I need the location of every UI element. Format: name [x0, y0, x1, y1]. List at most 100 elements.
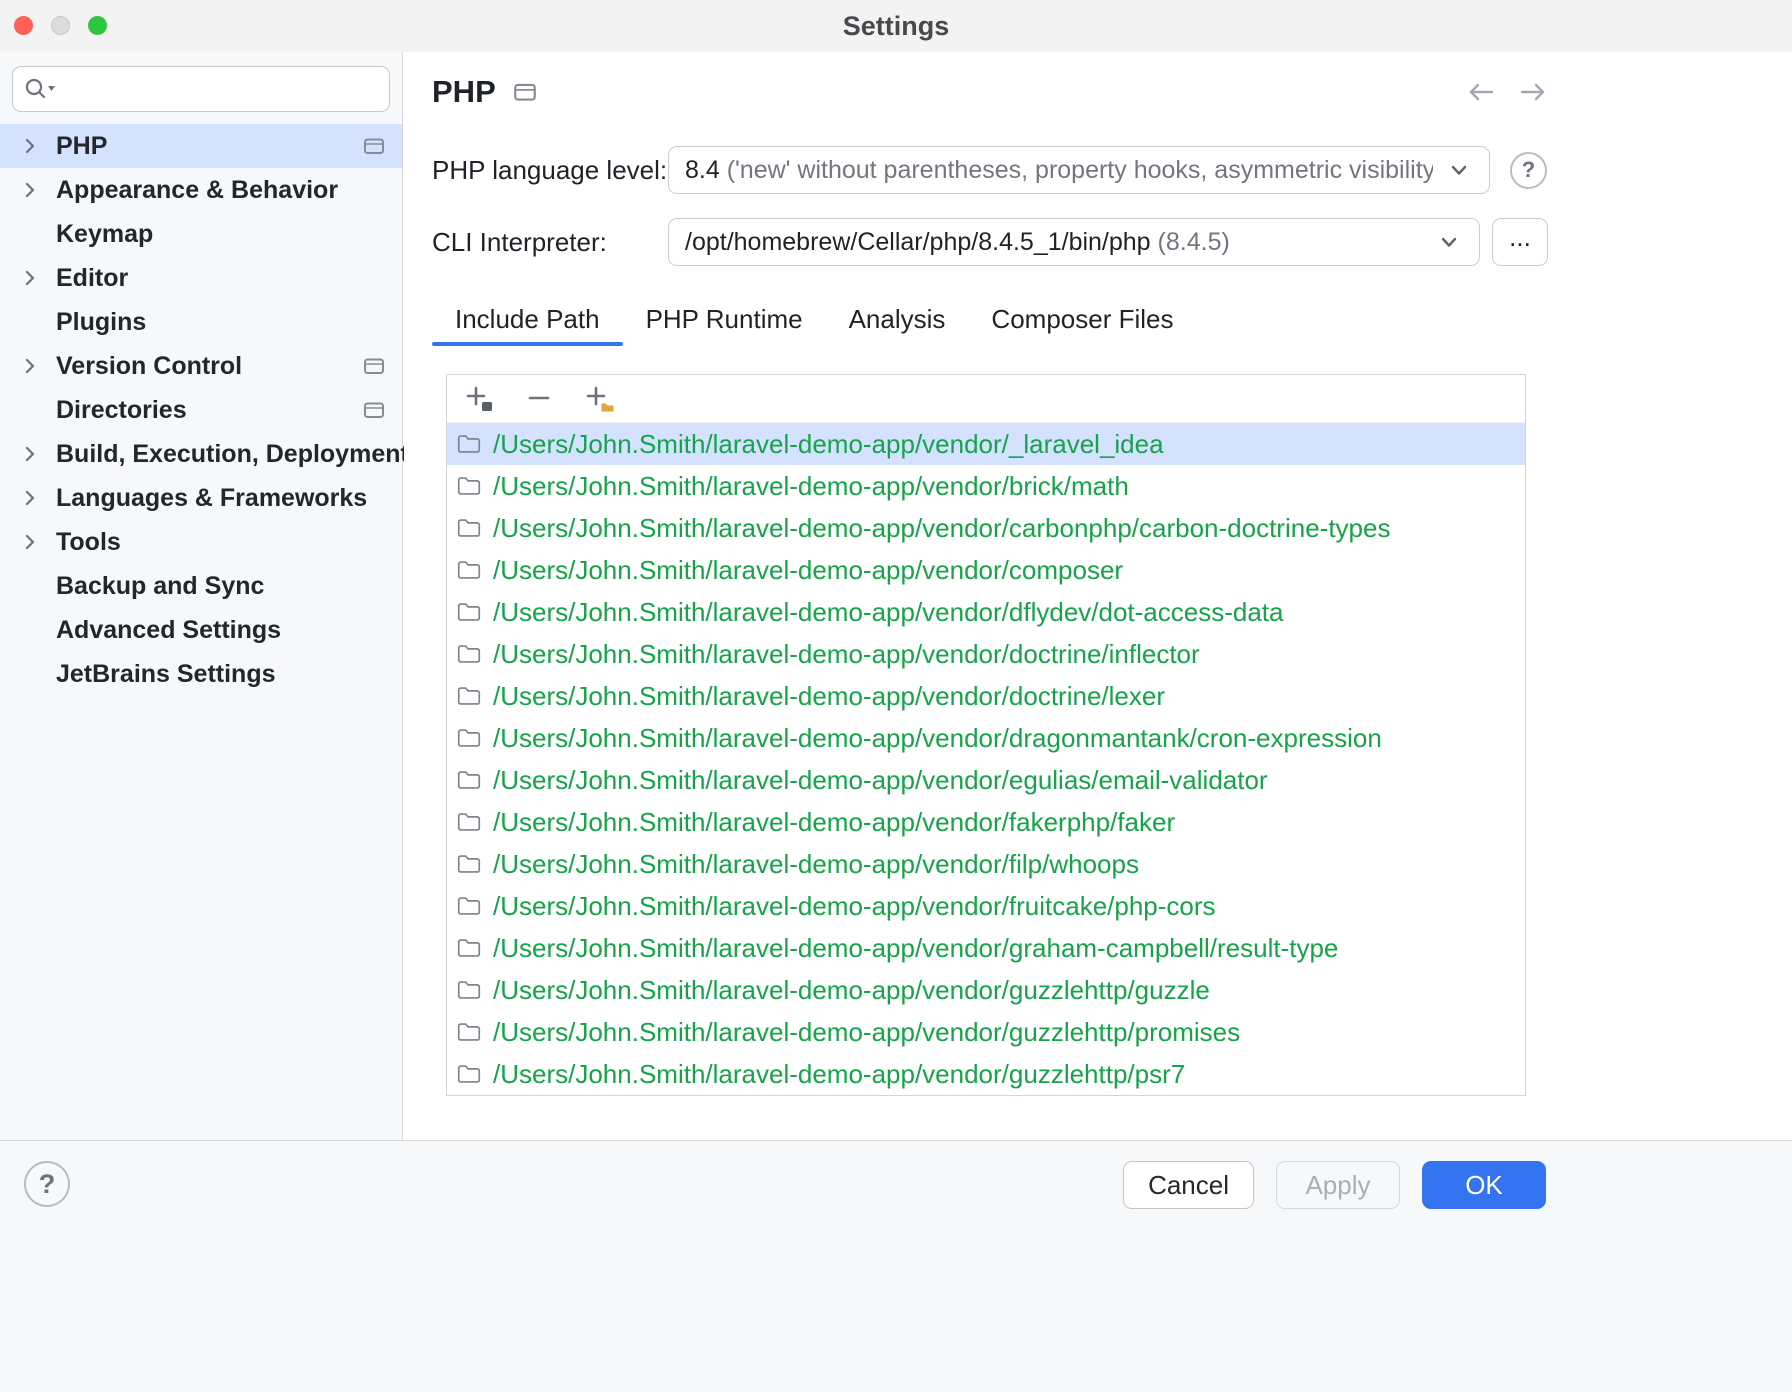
- sidebar-item[interactable]: PHP: [0, 124, 402, 168]
- chevron-right-icon[interactable]: [16, 179, 44, 201]
- chevron-right-icon[interactable]: [16, 355, 44, 377]
- tab-label: Composer Files: [991, 304, 1173, 335]
- folder-icon: [455, 599, 483, 625]
- chevron-down-icon: [1435, 228, 1463, 256]
- project-settings-icon: [362, 399, 386, 421]
- folder-icon: [455, 935, 483, 961]
- include-path-row[interactable]: /Users/John.Smith/laravel-demo-app/vendo…: [447, 885, 1525, 927]
- include-path-text: /Users/John.Smith/laravel-demo-app/vendo…: [493, 891, 1216, 922]
- add-folder-button[interactable]: [581, 381, 617, 417]
- include-path-panel: /Users/John.Smith/laravel-demo-app/vendo…: [446, 374, 1526, 1096]
- include-path-row[interactable]: /Users/John.Smith/laravel-demo-app/vendo…: [447, 927, 1525, 969]
- sidebar-item-label: Appearance & Behavior: [56, 176, 338, 205]
- sidebar-item[interactable]: Keymap: [0, 212, 402, 256]
- help-icon[interactable]: ?: [24, 1161, 70, 1207]
- sidebar-item[interactable]: Tools: [0, 520, 402, 564]
- include-path-text: /Users/John.Smith/laravel-demo-app/vendo…: [493, 597, 1284, 628]
- sidebar-item-label: Directories: [56, 396, 187, 425]
- chevron-right-icon[interactable]: [16, 267, 44, 289]
- sidebar-item-label: Languages & Frameworks: [56, 484, 367, 513]
- tab[interactable]: Analysis: [826, 292, 969, 346]
- minimize-button[interactable]: [51, 16, 70, 35]
- settings-window: Settings PHP: [0, 0, 1792, 1392]
- include-path-text: /Users/John.Smith/laravel-demo-app/vendo…: [493, 975, 1210, 1006]
- chevron-right-icon[interactable]: [16, 135, 44, 157]
- folder-icon: [455, 893, 483, 919]
- sidebar-item[interactable]: Backup and Sync: [0, 564, 402, 608]
- traffic-lights: [14, 16, 107, 35]
- include-path-row[interactable]: /Users/John.Smith/laravel-demo-app/vendo…: [447, 969, 1525, 1011]
- sidebar-item[interactable]: JetBrains Settings: [0, 652, 402, 696]
- history-nav: [1464, 78, 1550, 106]
- main-header: PHP: [432, 52, 1550, 110]
- tab-label: Analysis: [849, 304, 946, 335]
- chevron-right-icon[interactable]: [16, 487, 44, 509]
- include-path-row[interactable]: /Users/John.Smith/laravel-demo-app/vendo…: [447, 591, 1525, 633]
- forward-icon[interactable]: [1516, 78, 1550, 106]
- folder-icon: [455, 431, 483, 457]
- browse-interpreters-button[interactable]: ...: [1492, 218, 1548, 266]
- project-settings-icon: [512, 80, 538, 104]
- tab[interactable]: PHP Runtime: [623, 292, 826, 346]
- add-path-button[interactable]: [461, 381, 497, 417]
- folder-icon: [455, 473, 483, 499]
- tab[interactable]: Include Path: [432, 292, 623, 346]
- include-path-row[interactable]: /Users/John.Smith/laravel-demo-app/vendo…: [447, 633, 1525, 675]
- back-icon[interactable]: [1464, 78, 1498, 106]
- folder-icon: [455, 977, 483, 1003]
- remove-path-button[interactable]: [521, 381, 557, 417]
- folder-icon: [455, 851, 483, 877]
- include-path-row[interactable]: /Users/John.Smith/laravel-demo-app/vendo…: [447, 717, 1525, 759]
- language-level-label: PHP language level:: [432, 155, 668, 186]
- include-path-row[interactable]: /Users/John.Smith/laravel-demo-app/vendo…: [447, 675, 1525, 717]
- include-path-row[interactable]: /Users/John.Smith/laravel-demo-app/vendo…: [447, 465, 1525, 507]
- folder-icon: [455, 1019, 483, 1045]
- chevron-right-icon[interactable]: [16, 531, 44, 553]
- folder-icon: [455, 557, 483, 583]
- sidebar-item[interactable]: Advanced Settings: [0, 608, 402, 652]
- sidebar-item[interactable]: Build, Execution, Deployment: [0, 432, 402, 476]
- include-path-row[interactable]: /Users/John.Smith/laravel-demo-app/vendo…: [447, 801, 1525, 843]
- include-path-row[interactable]: /Users/John.Smith/laravel-demo-app/vendo…: [447, 1011, 1525, 1053]
- include-path-row[interactable]: /Users/John.Smith/laravel-demo-app/vendo…: [447, 507, 1525, 549]
- folder-icon: [455, 683, 483, 709]
- folder-icon: [455, 725, 483, 751]
- include-path-row[interactable]: /Users/John.Smith/laravel-demo-app/vendo…: [447, 1053, 1525, 1095]
- cancel-button[interactable]: Cancel: [1123, 1161, 1254, 1209]
- sidebar-item[interactable]: Editor: [0, 256, 402, 300]
- apply-button[interactable]: Apply: [1276, 1161, 1400, 1209]
- settings-search-box[interactable]: [12, 66, 390, 112]
- include-path-row[interactable]: /Users/John.Smith/laravel-demo-app/vendo…: [447, 843, 1525, 885]
- close-button[interactable]: [14, 16, 33, 35]
- include-path-text: /Users/John.Smith/laravel-demo-app/vendo…: [493, 849, 1139, 880]
- include-path-text: /Users/John.Smith/laravel-demo-app/vendo…: [493, 471, 1129, 502]
- cli-interpreter-value: /opt/homebrew/Cellar/php/8.4.5_1/bin/php: [685, 228, 1151, 256]
- chevron-right-icon[interactable]: [16, 443, 44, 465]
- ok-button[interactable]: OK: [1422, 1161, 1546, 1209]
- sidebar-item-label: Backup and Sync: [56, 572, 264, 601]
- cli-interpreter-label: CLI Interpreter:: [432, 227, 668, 258]
- folder-icon: [455, 809, 483, 835]
- include-path-row[interactable]: /Users/John.Smith/laravel-demo-app/vendo…: [447, 423, 1525, 465]
- zoom-button[interactable]: [88, 16, 107, 35]
- include-path-row[interactable]: /Users/John.Smith/laravel-demo-app/vendo…: [447, 759, 1525, 801]
- sidebar-item[interactable]: Directories: [0, 388, 402, 432]
- sidebar-item[interactable]: Plugins: [0, 300, 402, 344]
- project-settings-icon: [362, 355, 386, 377]
- sidebar-item[interactable]: Version Control: [0, 344, 402, 388]
- tab[interactable]: Composer Files: [968, 292, 1196, 346]
- tab-label: Include Path: [455, 304, 600, 335]
- php-language-level-select[interactable]: 8.4 ('new' without parentheses, property…: [668, 146, 1490, 194]
- cli-interpreter-select[interactable]: /opt/homebrew/Cellar/php/8.4.5_1/bin/php…: [668, 218, 1480, 266]
- cli-interpreter-row: CLI Interpreter: /opt/homebrew/Cellar/ph…: [432, 218, 1550, 266]
- help-icon[interactable]: ?: [1510, 152, 1547, 189]
- folder-icon: [455, 767, 483, 793]
- language-level-value: 8.4: [685, 156, 720, 184]
- sidebar-item-label: PHP: [56, 132, 107, 161]
- search-input[interactable]: [59, 75, 379, 104]
- sidebar-item-label: Advanced Settings: [56, 616, 281, 645]
- sidebar-items: PHP Appearance & Behavior: [0, 124, 402, 696]
- sidebar-item[interactable]: Languages & Frameworks: [0, 476, 402, 520]
- sidebar-item[interactable]: Appearance & Behavior: [0, 168, 402, 212]
- include-path-row[interactable]: /Users/John.Smith/laravel-demo-app/vendo…: [447, 549, 1525, 591]
